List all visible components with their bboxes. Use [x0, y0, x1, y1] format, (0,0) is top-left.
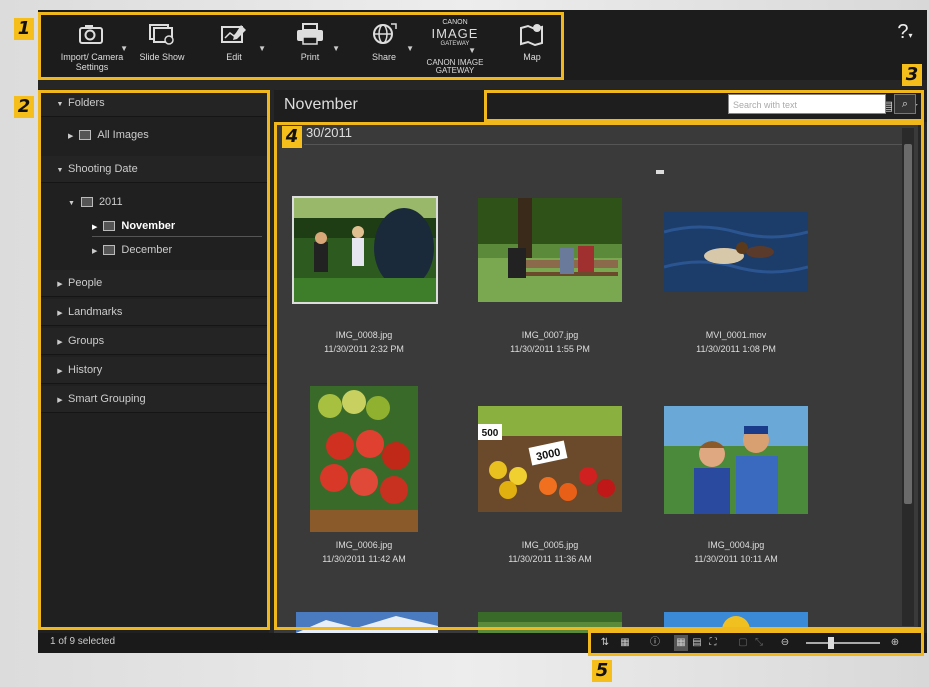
callout-number-5: 5 — [592, 660, 612, 682]
callout-box-1 — [38, 12, 564, 80]
callout-box-2 — [38, 90, 270, 630]
chevron-down-icon: ▾ — [908, 31, 913, 40]
selection-count: 1 of 9 selected — [50, 636, 116, 647]
callout-number-4: 4 — [282, 126, 302, 148]
help-button[interactable]: ?▾ — [891, 18, 919, 48]
callout-number-1: 1 — [14, 18, 34, 40]
callout-box-4 — [274, 122, 924, 630]
callout-box-5 — [588, 630, 924, 656]
help-icon: ? — [897, 21, 909, 43]
callout-box-3 — [484, 90, 924, 122]
callout-number-2: 2 — [14, 96, 34, 118]
callout-number-3: 3 — [902, 64, 922, 86]
page-title: November — [284, 96, 358, 113]
